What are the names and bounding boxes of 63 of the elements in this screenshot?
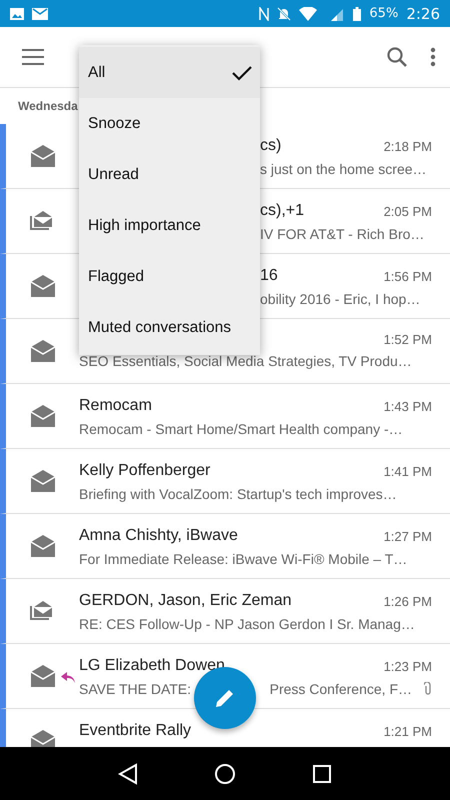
message-preview: obility 2016 - Eric, I hop… <box>260 291 420 307</box>
nfc-icon <box>259 6 270 20</box>
envelope-icon <box>30 534 56 558</box>
filter-menu-item[interactable]: All <box>79 47 260 98</box>
sender-name: Eventbrite Rally <box>79 722 192 740</box>
envelope-icon <box>30 664 56 688</box>
message-time: 1:41 PM <box>384 464 432 478</box>
wifi-icon <box>299 6 318 20</box>
message-row[interactable]: GERDON, Jason, Eric Zeman 1:26 PM RE: CES Follow-Up - NP Jason Gerdon I Sr. Manag… <box>0 579 450 644</box>
message-time: 2:05 PM <box>384 204 432 218</box>
message-preview: s just on the home scree… <box>260 161 427 177</box>
message-preview: Briefing with VocalZoom: Startup's tech improves… <box>79 486 397 502</box>
clock: 2:26 <box>406 4 440 22</box>
mail-icon <box>32 8 48 20</box>
message-time: 1:23 PM <box>384 658 432 674</box>
search-icon <box>386 46 408 68</box>
message-preview: Press Conference, F… <box>270 681 412 697</box>
envelope-icon <box>30 144 56 168</box>
more-options-icon <box>430 47 436 67</box>
recents-icon <box>312 764 332 784</box>
message-time: 1:52 PM <box>384 332 432 347</box>
checkmark-icon <box>232 64 252 80</box>
filter-menu-item[interactable]: Flagged <box>79 251 260 302</box>
battery-icon <box>353 6 362 20</box>
message-time: 1:21 PM <box>384 724 432 738</box>
filter-menu-item[interactable]: Snooze <box>79 98 260 149</box>
filter-menu-item[interactable]: Unread <box>79 149 260 200</box>
sender-name: cs),+1 <box>260 202 306 220</box>
battery-percentage: 65% <box>369 6 398 21</box>
pencil-icon <box>214 687 236 709</box>
message-row[interactable]: Kelly Poffenberger 1:41 PM Briefing with VocalZoom: Startup's tech improves… <box>0 449 450 514</box>
sender-name: Remocam <box>79 397 153 415</box>
message-preview: IV FOR AT&T - Rich Bro… <box>260 226 424 242</box>
back-icon <box>118 762 138 784</box>
sender-name: Kelly Poffenberger <box>79 462 212 480</box>
message-row[interactable]: Remocam 1:43 PM Remocam - Smart Home/Smart Health company -… <box>0 384 450 449</box>
sender-name: 16 <box>260 267 279 285</box>
sender-name: Amna Chishty, iBwave <box>79 527 239 545</box>
message-time: 1:56 PM <box>384 268 432 284</box>
home-icon <box>214 762 236 784</box>
menu-icon <box>22 49 44 65</box>
envelope-icon <box>30 339 56 363</box>
message-preview: SEO Essentials, Social Media Strategies, TV Produ… <box>79 353 412 369</box>
message-preview: For Immediate Release: iBwave Wi-Fi® Mobile – T… <box>79 551 408 567</box>
envelope-icon <box>30 404 56 428</box>
message-preview: RE: CES Follow-Up - NP Jason Gerdon I Sr. Manag… <box>79 616 415 632</box>
message-time: 2:18 PM <box>384 138 432 154</box>
sender-name: cs) <box>260 137 282 155</box>
message-time: 1:27 PM <box>384 528 432 544</box>
message-row[interactable]: Amna Chishty, iBwave 1:27 PM For Immediate Release: iBwave Wi-Fi® Mobile – T… <box>0 514 450 579</box>
date-header: Wednesda <box>18 99 78 113</box>
message-time: 1:43 PM <box>384 398 432 414</box>
message-preview: SAVE THE DATE: <box>79 681 192 697</box>
image-icon <box>10 8 24 20</box>
bell-off-icon <box>277 6 292 20</box>
message-time: 1:26 PM <box>384 594 432 608</box>
envelope-icon <box>30 274 56 298</box>
sender-name: GERDON, Jason, Eric Zeman <box>79 592 292 610</box>
sender-name: LG Elizabeth Dowen <box>79 657 226 675</box>
filter-menu-item[interactable]: High importance <box>79 200 260 251</box>
envelope-icon <box>30 469 56 493</box>
message-preview: Remocam - Smart Home/Smart Health company -… <box>79 421 403 437</box>
filter-menu-item[interactable]: Muted conversations <box>79 302 260 353</box>
